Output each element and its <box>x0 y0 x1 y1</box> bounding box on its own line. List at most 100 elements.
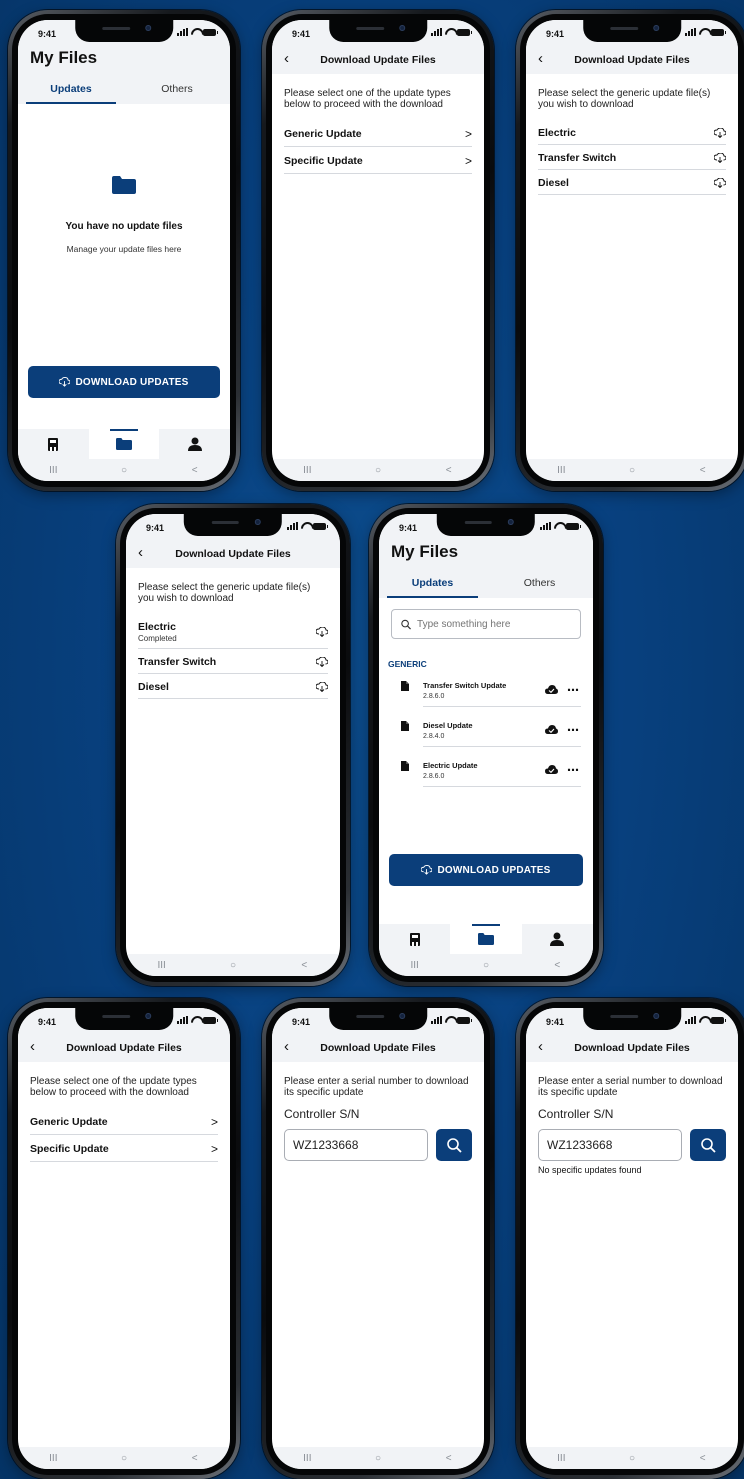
cloud-download-icon[interactable] <box>316 682 328 692</box>
serial-field[interactable] <box>284 1129 428 1161</box>
content: Please enter a serial number to download… <box>272 1062 484 1447</box>
system-back-button[interactable]: < <box>434 1453 464 1464</box>
phone-generic-list: 9:41 ‹ Download Update Files Please sele… <box>516 10 744 491</box>
system-back-button[interactable]: < <box>688 1453 718 1464</box>
screen: 9:41 ‹ Download Update Files Please sele… <box>126 514 340 976</box>
cloud-download-icon[interactable] <box>714 128 726 138</box>
cloud-download-icon[interactable] <box>714 153 726 163</box>
list-item-diesel[interactable]: Diesel <box>538 170 726 195</box>
list-item-file[interactable]: Electric Update 2.8.6.0 ⋯ <box>391 753 581 793</box>
download-updates-button[interactable]: DOWNLOAD UPDATES <box>389 854 583 886</box>
home-button[interactable]: ○ <box>471 960 501 971</box>
home-button[interactable]: ○ <box>218 960 248 971</box>
more-icon[interactable]: ⋯ <box>567 724 579 736</box>
phone-select-type: 9:41 ‹ Download Update Files Please sele… <box>262 10 494 491</box>
item-label: Generic Update <box>284 128 362 140</box>
content: Please select the generic update file(s)… <box>526 74 738 459</box>
cloud-download-icon[interactable] <box>316 657 328 667</box>
screen: 9:41 ‹ Download Update Files Please sele… <box>526 20 738 481</box>
back-arrow-icon[interactable]: ‹ <box>138 544 143 562</box>
recent-apps-button[interactable]: III <box>38 1453 68 1464</box>
list-item-transfer-switch[interactable]: Transfer Switch <box>538 145 726 170</box>
system-back-button[interactable]: < <box>434 465 464 476</box>
cloud-download-icon[interactable] <box>714 178 726 188</box>
more-icon[interactable]: ⋯ <box>567 764 579 776</box>
recent-apps-button[interactable]: III <box>400 960 430 971</box>
cloud-download-icon[interactable] <box>316 627 328 637</box>
item-label: Transfer Switch <box>538 152 617 164</box>
home-button[interactable]: ○ <box>363 1453 393 1464</box>
back-arrow-icon[interactable]: ‹ <box>284 50 289 68</box>
screen: 9:41 ‹ Download Update Files Please ente… <box>272 1008 484 1469</box>
notch <box>329 1008 427 1030</box>
list-item-electric[interactable]: Electric <box>538 120 726 145</box>
system-nav: III ○ < <box>18 1447 230 1469</box>
recent-apps-button[interactable]: III <box>546 465 576 476</box>
list-item-diesel[interactable]: Diesel <box>138 674 328 699</box>
search-button[interactable] <box>436 1129 472 1161</box>
back-arrow-icon[interactable]: ‹ <box>538 50 543 68</box>
home-button[interactable]: ○ <box>363 465 393 476</box>
home-button[interactable]: ○ <box>617 1453 647 1464</box>
nav-files[interactable] <box>450 924 522 954</box>
back-arrow-icon[interactable]: ‹ <box>30 1038 35 1056</box>
back-arrow-icon[interactable]: ‹ <box>284 1038 289 1056</box>
chevron-right-icon: > <box>210 1115 218 1129</box>
nav-profile[interactable] <box>522 924 593 954</box>
list-item-specific-update[interactable]: Specific Update > <box>30 1135 218 1162</box>
generic-list: Electric Transfer Switch Diesel <box>538 120 726 195</box>
tab-updates[interactable]: Updates <box>379 568 486 598</box>
notch <box>329 20 427 42</box>
recent-apps-button[interactable]: III <box>38 465 68 476</box>
system-back-button[interactable]: < <box>180 465 210 476</box>
search-field[interactable] <box>391 609 581 639</box>
back-arrow-icon[interactable]: ‹ <box>538 1038 543 1056</box>
system-back-button[interactable]: < <box>688 465 718 476</box>
home-button[interactable]: ○ <box>617 465 647 476</box>
recent-apps-button[interactable]: III <box>292 1453 322 1464</box>
cloud-check-icon <box>545 685 558 694</box>
list-item-transfer-switch[interactable]: Transfer Switch <box>138 649 328 674</box>
intro-text: Please select the generic update file(s)… <box>138 582 311 604</box>
phone-select-type-2: 9:41 ‹ Download Update Files Please sele… <box>8 998 240 1479</box>
list-item-file[interactable]: Transfer Switch Update 2.8.6.0 ⋯ <box>391 673 581 713</box>
nav-profile[interactable] <box>159 429 230 459</box>
system-back-button[interactable]: < <box>180 1453 210 1464</box>
system-back-button[interactable]: < <box>289 960 319 971</box>
tab-updates[interactable]: Updates <box>18 74 124 104</box>
more-icon[interactable]: ⋯ <box>567 684 579 696</box>
list-item-specific-update[interactable]: Specific Update > <box>284 147 472 174</box>
list-item-electric[interactable]: Electric Completed <box>138 614 328 649</box>
type-list: Generic Update > Specific Update > <box>284 120 472 174</box>
nav-generator[interactable] <box>379 924 450 954</box>
nav-files[interactable] <box>88 429 160 459</box>
recent-apps-button[interactable]: III <box>546 1453 576 1464</box>
serial-field[interactable] <box>538 1129 682 1161</box>
tab-others[interactable]: Others <box>486 568 593 598</box>
phone-my-files-list: 9:41 My Files Updates Others GENERIC <box>369 504 603 986</box>
serial-field-label: Controller S/N <box>538 1107 614 1121</box>
recent-apps-button[interactable]: III <box>147 960 177 971</box>
home-button[interactable]: ○ <box>109 1453 139 1464</box>
nav-generator[interactable] <box>18 429 89 459</box>
status-time: 9:41 <box>292 29 311 39</box>
recent-apps-button[interactable]: III <box>292 465 322 476</box>
list-item-generic-update[interactable]: Generic Update > <box>284 120 472 147</box>
system-back-button[interactable]: < <box>542 960 572 971</box>
serial-input[interactable] <box>293 1138 427 1152</box>
list-item-file[interactable]: Diesel Update 2.8.4.0 ⋯ <box>391 713 581 753</box>
notch <box>583 20 681 42</box>
file-actions: ⋯ <box>545 764 579 776</box>
serial-input[interactable] <box>547 1138 681 1152</box>
bottom-nav <box>18 429 230 459</box>
search-input[interactable] <box>417 618 580 630</box>
serial-field-label: Controller S/N <box>284 1107 360 1121</box>
item-name: Electric <box>138 621 176 633</box>
status-icons <box>431 28 472 36</box>
search-button[interactable] <box>690 1129 726 1161</box>
home-button[interactable]: ○ <box>109 465 139 476</box>
list-item-generic-update[interactable]: Generic Update > <box>30 1108 218 1135</box>
tab-others[interactable]: Others <box>124 74 230 104</box>
status-time: 9:41 <box>146 523 165 533</box>
download-updates-button[interactable]: DOWNLOAD UPDATES <box>28 366 220 398</box>
